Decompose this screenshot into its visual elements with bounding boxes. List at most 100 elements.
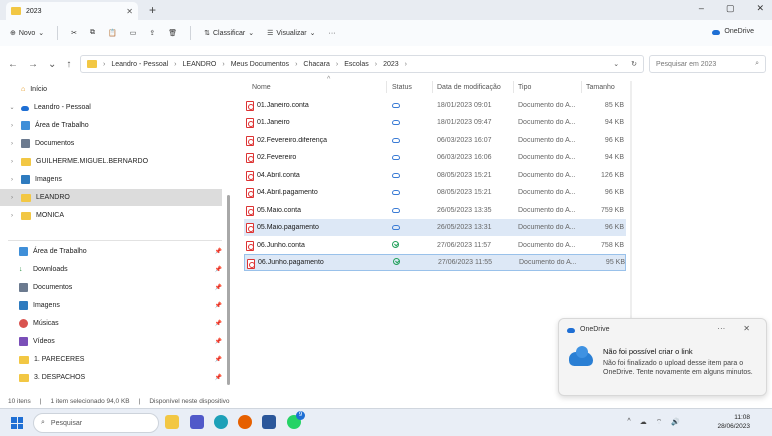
- sidebar-item-images[interactable]: › Imagens: [0, 171, 222, 188]
- onedrive-tray-icon[interactable]: ☁: [640, 418, 647, 427]
- notification-close-button[interactable]: ✕: [743, 324, 750, 333]
- copy-icon[interactable]: ⧉: [90, 29, 95, 37]
- forward-icon[interactable]: →: [28, 59, 38, 70]
- pin-icon[interactable]: 📌: [215, 374, 222, 381]
- paste-icon[interactable]: 📋: [108, 29, 117, 37]
- taskbar-search[interactable]: ⌕ Pesquisar: [33, 413, 159, 433]
- file-row[interactable]: 01.Janeiro 18/01/2023 09:47 Documento do…: [244, 114, 626, 131]
- tab-2023[interactable]: 2023 ✕: [6, 2, 138, 20]
- teams-icon[interactable]: [190, 415, 204, 429]
- address-bar[interactable]: › Leandro - Pessoal › LEANDRO › Meus Doc…: [80, 55, 644, 73]
- column-divider[interactable]: [386, 81, 387, 93]
- file-row[interactable]: 04.Abril.pagamento 08/05/2023 15:21 Docu…: [244, 184, 626, 201]
- file-row[interactable]: 05.Maio.pagamento 26/05/2023 13:31 Docum…: [244, 219, 626, 236]
- sort-up-icon: ^: [327, 76, 331, 83]
- sidebar-scrollbar[interactable]: [227, 195, 230, 385]
- recent-chevron-icon[interactable]: ⌄: [48, 59, 56, 70]
- maximize-button[interactable]: ▢: [726, 3, 735, 14]
- breadcrumb-item[interactable]: Leandro - Pessoal: [111, 61, 168, 68]
- chevron-right-icon[interactable]: ›: [8, 213, 16, 219]
- new-button[interactable]: ⊕ Novo ⌄: [10, 29, 44, 38]
- wifi-icon[interactable]: ⌔: [656, 418, 663, 427]
- pin-icon[interactable]: 📌: [215, 302, 222, 309]
- quick-access-desktop[interactable]: Área de Trabalho 📌: [0, 243, 222, 260]
- file-row[interactable]: 02.Fevereiro 06/03/2023 16:06 Documento …: [244, 149, 626, 166]
- file-row[interactable]: 06.Junho.conta 27/06/2023 11:57 Document…: [244, 237, 626, 254]
- close-tab-icon[interactable]: ✕: [126, 7, 133, 16]
- volume-icon[interactable]: 🔊: [671, 418, 680, 427]
- clock[interactable]: 11:08 28/06/2023: [717, 413, 750, 431]
- word-icon[interactable]: [262, 415, 276, 429]
- file-row[interactable]: 02.Fevereiro.diferença 06/03/2023 16:07 …: [244, 132, 626, 149]
- column-divider[interactable]: [432, 81, 433, 93]
- delete-icon[interactable]: 🗑: [168, 29, 177, 37]
- sidebar-item-documents[interactable]: › Documentos: [0, 135, 222, 152]
- breadcrumb-item[interactable]: Meus Documentos: [231, 61, 289, 68]
- chevron-up-icon[interactable]: ^: [627, 418, 630, 427]
- column-header-date[interactable]: Data de modificação: [437, 79, 501, 95]
- sidebar-item-leandro[interactable]: › LEANDRO: [0, 189, 222, 206]
- sidebar-item-desktop[interactable]: › Área de Trabalho: [0, 117, 222, 134]
- quick-access-documents[interactable]: Documentos 📌: [0, 279, 222, 296]
- quick-access-videos[interactable]: Vídeos 📌: [0, 333, 222, 350]
- column-header-status[interactable]: Status: [392, 79, 412, 95]
- file-row[interactable]: 01.Janeiro.conta 18/01/2023 09:01 Docume…: [244, 97, 626, 114]
- chevron-down-icon[interactable]: ⌄: [613, 60, 619, 68]
- onedrive-notification[interactable]: OneDrive ··· ✕ Não foi possível criar o …: [558, 318, 767, 396]
- firefox-icon[interactable]: [238, 415, 252, 429]
- column-header-size[interactable]: Tamanho: [586, 79, 615, 95]
- breadcrumb-item[interactable]: LEANDRO: [183, 61, 217, 68]
- sidebar-item-monica[interactable]: › MONICA: [0, 207, 222, 224]
- file-row[interactable]: 05.Maio.conta 26/05/2023 13:35 Documento…: [244, 202, 626, 219]
- breadcrumb-item[interactable]: Escolas: [344, 61, 369, 68]
- chevron-right-icon[interactable]: ›: [8, 195, 16, 201]
- quick-access-downloads[interactable]: ↓ Downloads 📌: [0, 261, 222, 278]
- notification-more-button[interactable]: ···: [717, 324, 725, 333]
- pin-icon[interactable]: 📌: [215, 284, 222, 291]
- chevron-right-icon[interactable]: ›: [8, 177, 16, 183]
- search-box[interactable]: Pesquisar em 2023 ⌕: [649, 55, 766, 73]
- file-explorer-icon[interactable]: [165, 415, 179, 429]
- chevron-right-icon[interactable]: ›: [8, 123, 16, 129]
- search-input[interactable]: Pesquisar em 2023: [656, 61, 716, 68]
- file-type: Documento do A...: [518, 119, 576, 126]
- breadcrumb-item[interactable]: 2023: [383, 61, 399, 68]
- column-divider[interactable]: [581, 81, 582, 93]
- column-header-name[interactable]: Nome ^: [252, 76, 330, 95]
- sidebar-item-home[interactable]: ⌂ Início: [0, 81, 222, 98]
- column-header-type[interactable]: Tipo: [518, 79, 531, 95]
- share-icon[interactable]: ⇪: [149, 29, 155, 37]
- file-row[interactable]: 04.Abril.conta 08/05/2023 15:21 Document…: [244, 167, 626, 184]
- minimize-button[interactable]: –: [699, 3, 704, 14]
- more-button[interactable]: ···: [329, 30, 336, 37]
- quick-access-pareceres[interactable]: 1. PARECERES 📌: [0, 351, 222, 368]
- breadcrumb-item[interactable]: Chacara: [303, 61, 329, 68]
- chevron-right-icon[interactable]: ›: [8, 141, 16, 147]
- chevron-right-icon[interactable]: ›: [8, 159, 16, 165]
- quick-access-music[interactable]: Músicas 📌: [0, 315, 222, 332]
- sidebar-item-guilherme[interactable]: › GUILHERME.MIGUEL.BERNARDO: [0, 153, 222, 170]
- onedrive-button[interactable]: OneDrive: [712, 28, 754, 35]
- sidebar-item-onedrive[interactable]: ⌄ Leandro - Pessoal: [0, 99, 222, 116]
- up-icon[interactable]: ↑: [66, 59, 71, 70]
- new-tab-button[interactable]: +: [149, 3, 156, 17]
- sort-button[interactable]: ⇅ Classificar ⌄: [204, 29, 254, 38]
- pin-icon[interactable]: 📌: [215, 248, 222, 255]
- quick-access-despachos[interactable]: 3. DESPACHOS 📌: [0, 369, 222, 386]
- cut-icon[interactable]: ✂: [71, 29, 77, 37]
- view-button[interactable]: ☰ Visualizar ⌄: [267, 29, 315, 38]
- pin-icon[interactable]: 📌: [215, 266, 222, 273]
- pin-icon[interactable]: 📌: [215, 338, 222, 345]
- start-button[interactable]: [11, 417, 23, 429]
- file-row[interactable]: 06.Junho.pagamento 27/06/2023 11:55 Docu…: [244, 254, 626, 271]
- refresh-icon[interactable]: ↻: [631, 60, 637, 68]
- close-button[interactable]: ✕: [756, 3, 764, 14]
- pin-icon[interactable]: 📌: [215, 320, 222, 327]
- chevron-down-icon[interactable]: ⌄: [8, 104, 16, 111]
- quick-access-images[interactable]: Imagens 📌: [0, 297, 222, 314]
- rename-icon[interactable]: ▭: [130, 29, 137, 37]
- edge-icon[interactable]: [214, 415, 228, 429]
- column-divider[interactable]: [513, 81, 514, 93]
- pin-icon[interactable]: 📌: [215, 356, 222, 363]
- back-icon[interactable]: ←: [8, 59, 18, 70]
